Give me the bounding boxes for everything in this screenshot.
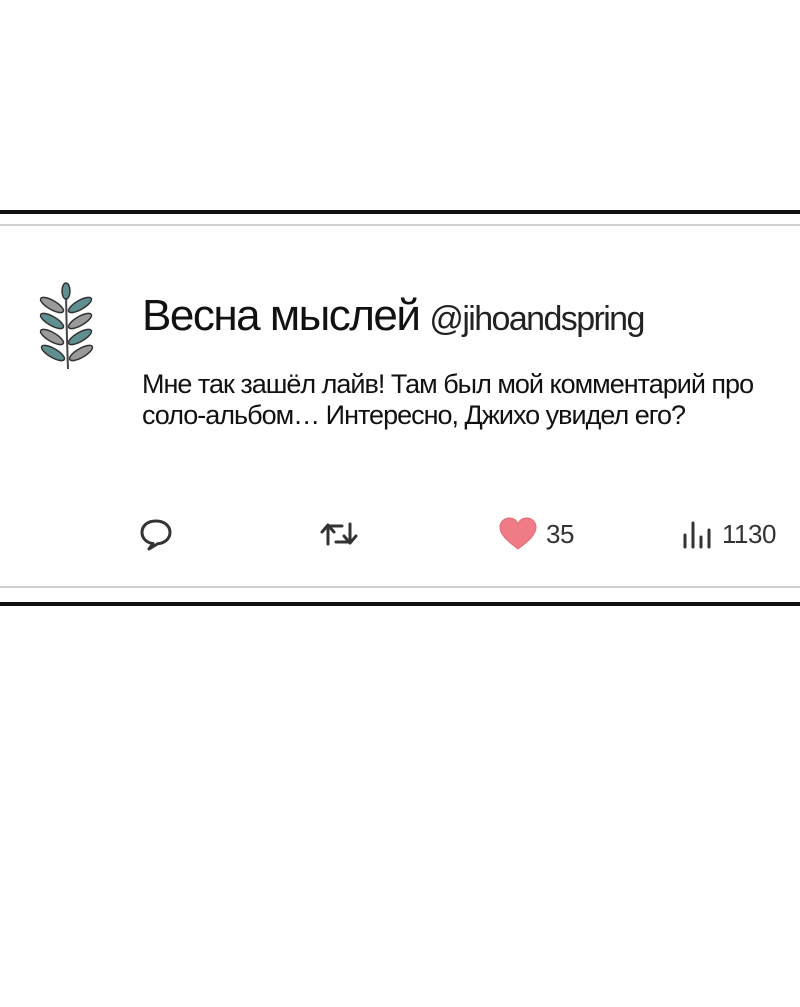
display-name[interactable]: Весна мыслей xyxy=(142,291,421,341)
top-border xyxy=(0,210,800,214)
speech-bubble-icon xyxy=(140,519,172,551)
view-count: 1130 xyxy=(722,518,776,549)
heart-icon xyxy=(499,517,537,550)
bottom-inner-border xyxy=(0,586,800,588)
bar-chart-icon xyxy=(683,521,711,549)
action-bar: 35 1130 xyxy=(0,509,800,559)
user-handle[interactable]: @jihoandspring xyxy=(429,300,645,339)
post-card[interactable]: Весна мыслей @jihoandspring Мне так зашё… xyxy=(0,229,800,585)
leaf-branch-icon xyxy=(39,282,94,370)
reply-button[interactable] xyxy=(138,509,174,559)
like-count: 35 xyxy=(546,518,574,549)
repost-button[interactable] xyxy=(318,509,360,559)
like-button[interactable]: 35 xyxy=(498,509,574,559)
top-inner-border xyxy=(0,224,800,226)
repost-arrows-icon xyxy=(320,522,358,546)
views-button[interactable]: 1130 xyxy=(680,509,776,559)
post-text: Мне так зашёл лайв! Там был мой коммента… xyxy=(142,369,754,430)
avatar[interactable] xyxy=(30,281,102,373)
page: Весна мыслей @jihoandspring Мне так зашё… xyxy=(0,0,800,1007)
post-header: Весна мыслей @jihoandspring xyxy=(142,291,645,341)
bottom-border xyxy=(0,602,800,606)
